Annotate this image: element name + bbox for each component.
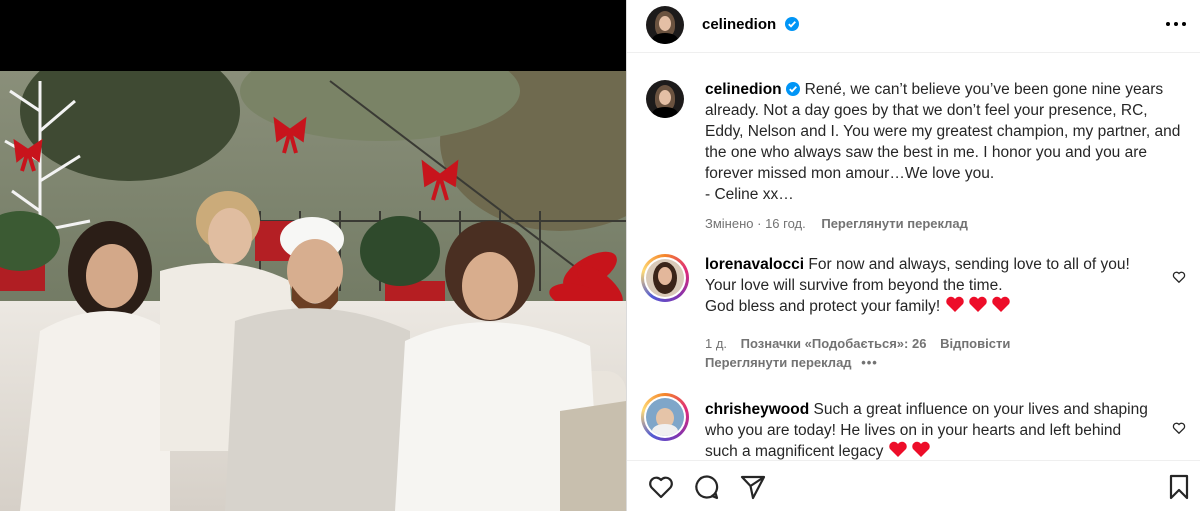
author-username[interactable]: celinedion [702,16,776,33]
comment-line: For now and always, sending love to all … [808,256,1130,273]
comment-like-heart-icon[interactable] [1172,270,1186,284]
commenter-avatar[interactable] [641,393,689,441]
caption-text: René, we can’t believe you’ve been gone … [705,81,1181,203]
comments-scroll-area[interactable]: celinedion René, we can’t believe you’ve … [627,53,1200,460]
post-side-panel: celinedion celinedion René, we can’t beli… [626,0,1200,512]
comment-icon[interactable] [693,473,721,501]
comment-line: Your love will survive from beyond the t… [705,277,1003,294]
caption-meta: Змінено · 16 год. Переглянути переклад [705,216,968,231]
heart-icon[interactable] [647,473,675,501]
post-header: celinedion [627,0,1200,53]
more-options-icon[interactable] [1166,22,1186,28]
post-time: 16 год. [765,216,806,231]
commenter-username[interactable]: chrisheywood [705,401,809,418]
bookmark-icon[interactable] [1165,473,1193,501]
commenter-username[interactable]: lorenavalocci [705,256,804,273]
share-icon[interactable] [739,473,767,501]
post-media [0,0,626,511]
verified-badge-icon [785,82,800,96]
comment-body: chrisheywood Such a great influence on y… [705,399,1150,460]
author-name-row: celinedion [702,16,799,34]
comment-meta: 1 д. Позначки «Подобається»: 26 Відповіс… [705,336,1010,351]
comment-like-heart-icon[interactable] [1172,421,1186,435]
reply-link[interactable]: Відповісти [940,336,1010,351]
caption-author-username[interactable]: celinedion [705,81,782,98]
translate-link[interactable]: Переглянути переклад [821,216,968,231]
ellipsis-icon[interactable]: ••• [861,355,878,370]
caption-author-avatar[interactable] [646,80,684,118]
family-photo-illustration [0,71,626,511]
commenter-avatar[interactable] [641,254,689,302]
edited-label: Змінено [705,216,754,231]
post-action-bar [627,460,1200,512]
red-hearts-emoji-icon [945,296,1010,312]
post-photo[interactable] [0,71,626,511]
verified-badge-icon [784,17,799,31]
comment-body: lorenavalocci For now and always, sendin… [705,254,1150,317]
author-avatar[interactable] [646,6,684,44]
caption-body: celinedion René, we can’t believe you’ve … [705,79,1185,205]
comment-time: 1 д. [705,336,728,351]
red-hearts-emoji-icon [888,441,930,457]
comment-translate-row: Переглянути переклад ••• [705,355,878,370]
comment-likes[interactable]: Позначки «Подобається»: 26 [741,336,927,351]
comment-translate-link[interactable]: Переглянути переклад [705,355,852,370]
comment-line: God bless and protect your family! [705,298,941,315]
